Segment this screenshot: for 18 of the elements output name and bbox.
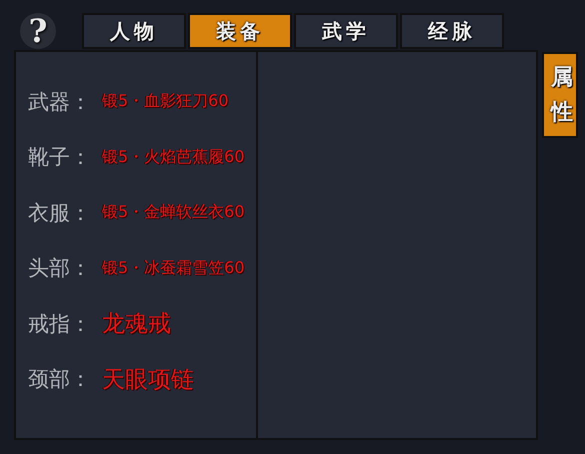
side-tab[interactable]: 属性 (542, 52, 578, 138)
tab[interactable]: 武学 (294, 13, 398, 49)
slot-label: 靴子： (28, 144, 92, 172)
slot-label: 头部： (28, 255, 92, 282)
tab[interactable]: 经脉 (400, 13, 504, 49)
item-name[interactable]: 锻5・金蝉软丝衣60 (102, 202, 245, 224)
item-name[interactable]: 龙魂戒 (102, 308, 171, 340)
slot-label: 衣服： (28, 200, 92, 227)
tab[interactable]: 人物 (82, 13, 186, 49)
item-name[interactable]: 锻5・火焰芭蕉履60 (102, 146, 245, 168)
slot-label: 戒指： (28, 310, 92, 338)
slot-label: 武器： (28, 88, 92, 116)
item-name[interactable]: 锻5・血影狂刀60 (102, 91, 229, 112)
tab[interactable]: 装备 (188, 13, 292, 49)
help-button[interactable]: ? (20, 13, 56, 49)
item-name[interactable]: 锻5・冰蚕霜雪笠60 (102, 258, 245, 279)
item-name[interactable]: 天眼项链 (102, 364, 194, 395)
slot-label: 颈部： (28, 366, 92, 394)
